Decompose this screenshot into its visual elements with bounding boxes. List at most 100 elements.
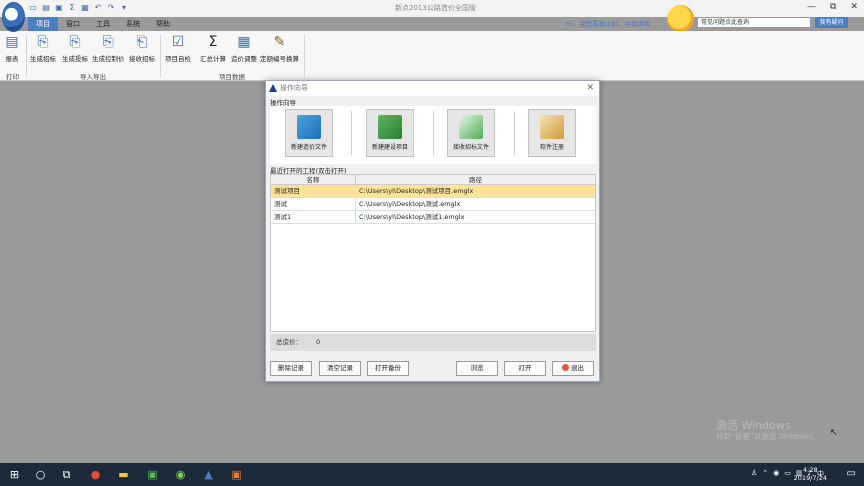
taskbar: ⊞ ○ ⧉ ● ▬ ▣ ◉ ▲ ▣ ♙ ⌃ ◉ ▭ ▥ ♪ 中 4:28 201… <box>0 463 864 486</box>
column-header-name: 名称 <box>271 175 356 184</box>
project-self-check-button[interactable]: ☑ 项目自检 <box>165 34 191 63</box>
app-logo-icon[interactable] <box>2 2 25 32</box>
quick-access-toolbar: ▭ ▤ ▣ Σ ▦ ↶ ↷ ▾ <box>28 3 129 13</box>
new-cost-file-button[interactable]: 新建造价文件 <box>285 109 333 157</box>
tab-window[interactable]: 窗口 <box>58 17 88 31</box>
window-title: 新点2013公路造价全国版 <box>395 4 476 12</box>
sigma-icon: Σ <box>208 34 218 50</box>
new-construction-project-button[interactable]: 新建建设项目 <box>366 109 414 157</box>
windows-start-icon[interactable]: ⊞ <box>7 467 22 482</box>
new-file-icon[interactable]: ▭ <box>28 3 38 13</box>
open-button[interactable]: 打开 <box>504 361 546 376</box>
task-view-icon[interactable]: ⧉ <box>59 467 74 482</box>
assistant-hint-link[interactable]: Hi，我是看报小秒，点我咨询 <box>566 18 651 28</box>
chevron-up-icon[interactable]: ⌃ <box>762 469 768 479</box>
exit-icon <box>562 364 569 371</box>
group-label-import-export: 导入导出 <box>80 73 106 81</box>
app-triangle-icon <box>269 84 277 92</box>
open-folder-icon[interactable]: ▤ <box>41 3 51 13</box>
dialog-close-icon[interactable]: ✕ <box>586 81 594 96</box>
browser-app-icon[interactable]: ● <box>88 467 103 482</box>
table-row[interactable]: 测试项目 C:\Users\yl\Desktop\测试项目.emglx <box>271 185 595 198</box>
dialog-title-bar: 操作向导 ✕ <box>266 81 599 96</box>
wechat-app-icon[interactable]: ◉ <box>173 467 188 482</box>
tab-project[interactable]: 项目 <box>28 17 58 31</box>
file-explorer-icon[interactable]: ▬ <box>116 467 131 482</box>
tab-tools[interactable]: 工具 <box>88 17 118 31</box>
table-row[interactable]: 测试1 C:\Users\yl\Desktop\测试1.emglx <box>271 211 595 224</box>
adjust-doc-icon: ▦ <box>237 34 251 50</box>
more-icon[interactable]: ▾ <box>119 3 129 13</box>
redo-icon[interactable]: ↷ <box>106 3 116 13</box>
cost-adjust-button[interactable]: ▦ 造价调整 <box>231 34 257 63</box>
system-clock[interactable]: 4:28 2019/7/24 <box>794 466 827 482</box>
recent-projects-table: 名称 路径 测试项目 C:\Users\yl\Desktop\测试项目.emgl… <box>270 174 596 332</box>
notification-icon[interactable]: ▭ <box>847 468 856 479</box>
table-row[interactable]: 测试 C:\Users\yl\Desktop\测试.emglx <box>271 198 595 211</box>
maximize-button[interactable]: ⧉ <box>830 2 836 12</box>
group-label-project-data: 项目数据 <box>219 73 245 81</box>
receive-tender-button[interactable]: ⎗ 接收招标 <box>129 34 155 63</box>
delete-record-button[interactable]: 删除记录 <box>270 361 312 376</box>
tab-help[interactable]: 帮助 <box>148 17 178 31</box>
recorder-app-icon[interactable]: ▣ <box>229 467 244 482</box>
guide-divider <box>351 111 352 155</box>
exit-button[interactable]: 退出 <box>552 361 594 376</box>
table-header: 名称 路径 <box>271 175 595 185</box>
ribbon-toolbar: ▤ 报表 ⎘ 生成招标 ⎘ 生成投标 ⎘ 生成控制价 ⎗ 接收招标 ☑ 项目自检 Σ 汇总计算… <box>0 31 864 81</box>
minimize-button[interactable]: — <box>807 2 816 12</box>
save-icon[interactable]: ▣ <box>54 3 64 13</box>
assistant-mascot-icon[interactable] <box>667 5 694 32</box>
register-icon <box>540 115 564 139</box>
total-cost-label: 总造价： <box>276 338 302 346</box>
generate-bid-button[interactable]: ⎘ 生成投标 <box>62 34 88 63</box>
camtasia-app-icon[interactable]: ▣ <box>145 467 160 482</box>
open-backup-button[interactable]: 打开备份 <box>367 361 409 376</box>
summary-calc-button[interactable]: Σ 汇总计算 <box>200 34 226 63</box>
guide-divider <box>514 111 515 155</box>
help-search-input[interactable]: 常见问题点此查询 <box>697 17 811 28</box>
software-register-button[interactable]: 软件注册 <box>528 109 576 157</box>
export-doc-icon: ⎘ <box>69 34 81 50</box>
clock-date: 2019/7/24 <box>793 474 827 482</box>
title-bar: ▭ ▤ ▣ Σ ▦ ↶ ↷ ▾ 新点2013公路造价全国版 — ⧉ ✕ <box>0 0 864 17</box>
generate-tender-button[interactable]: ⎘ 生成招标 <box>30 34 56 63</box>
new-cost-file-icon <box>297 115 321 139</box>
generate-control-price-button[interactable]: ⎘ 生成控制价 <box>92 34 125 63</box>
receive-file-icon <box>459 115 483 139</box>
guide-divider <box>433 111 434 155</box>
cost-software-app-icon[interactable]: ▲ <box>201 467 216 482</box>
new-project-icon <box>378 115 402 139</box>
clock-time: 4:28 <box>803 466 818 474</box>
person-icon[interactable]: ♙ <box>751 469 757 479</box>
close-button[interactable]: ✕ <box>850 2 858 12</box>
browse-button[interactable]: 浏览 <box>456 361 498 376</box>
undo-icon[interactable]: ↶ <box>93 3 103 13</box>
clear-records-button[interactable]: 清空记录 <box>319 361 361 376</box>
tab-system[interactable]: 系统 <box>118 17 148 31</box>
ribbon-divider <box>304 35 305 77</box>
printer-icon: ▤ <box>5 34 19 50</box>
import-doc-icon: ⎗ <box>136 34 148 50</box>
column-header-path: 路径 <box>469 176 482 184</box>
dialog-title: 操作向导 <box>280 84 308 92</box>
print-icon[interactable]: ▦ <box>80 3 90 13</box>
keyboard-icon[interactable]: ▭ <box>784 469 791 479</box>
wechat-tray-icon[interactable]: ◉ <box>773 469 779 479</box>
checklist-icon: ☑ <box>171 34 185 50</box>
export-doc-icon: ⎘ <box>37 34 49 50</box>
convert-tool-icon: ✎ <box>273 34 286 50</box>
ask-question-button[interactable]: 我有疑问 <box>815 17 848 28</box>
total-cost-bar: 总造价： 0 <box>270 334 596 351</box>
search-icon[interactable]: ○ <box>33 467 48 482</box>
activate-windows-subtext: 转到“设置”以激活 Windows。 <box>716 432 820 441</box>
total-cost-value: 0 <box>316 338 321 346</box>
operation-wizard-dialog: 操作向导 ✕ 操作向导 新建造价文件 新建建设项目 接收招标文件 软件注册 最近… <box>265 80 600 382</box>
sum-icon[interactable]: Σ <box>67 3 77 13</box>
export-doc-icon: ⎘ <box>102 34 114 50</box>
ribbon-divider <box>26 35 27 77</box>
quota-code-convert-button[interactable]: ✎ 定额编号换算 <box>260 34 299 63</box>
receive-tender-file-button[interactable]: 接收招标文件 <box>447 109 495 157</box>
report-button[interactable]: ▤ 报表 <box>4 34 20 63</box>
mouse-cursor-icon: ↖ <box>830 428 838 438</box>
